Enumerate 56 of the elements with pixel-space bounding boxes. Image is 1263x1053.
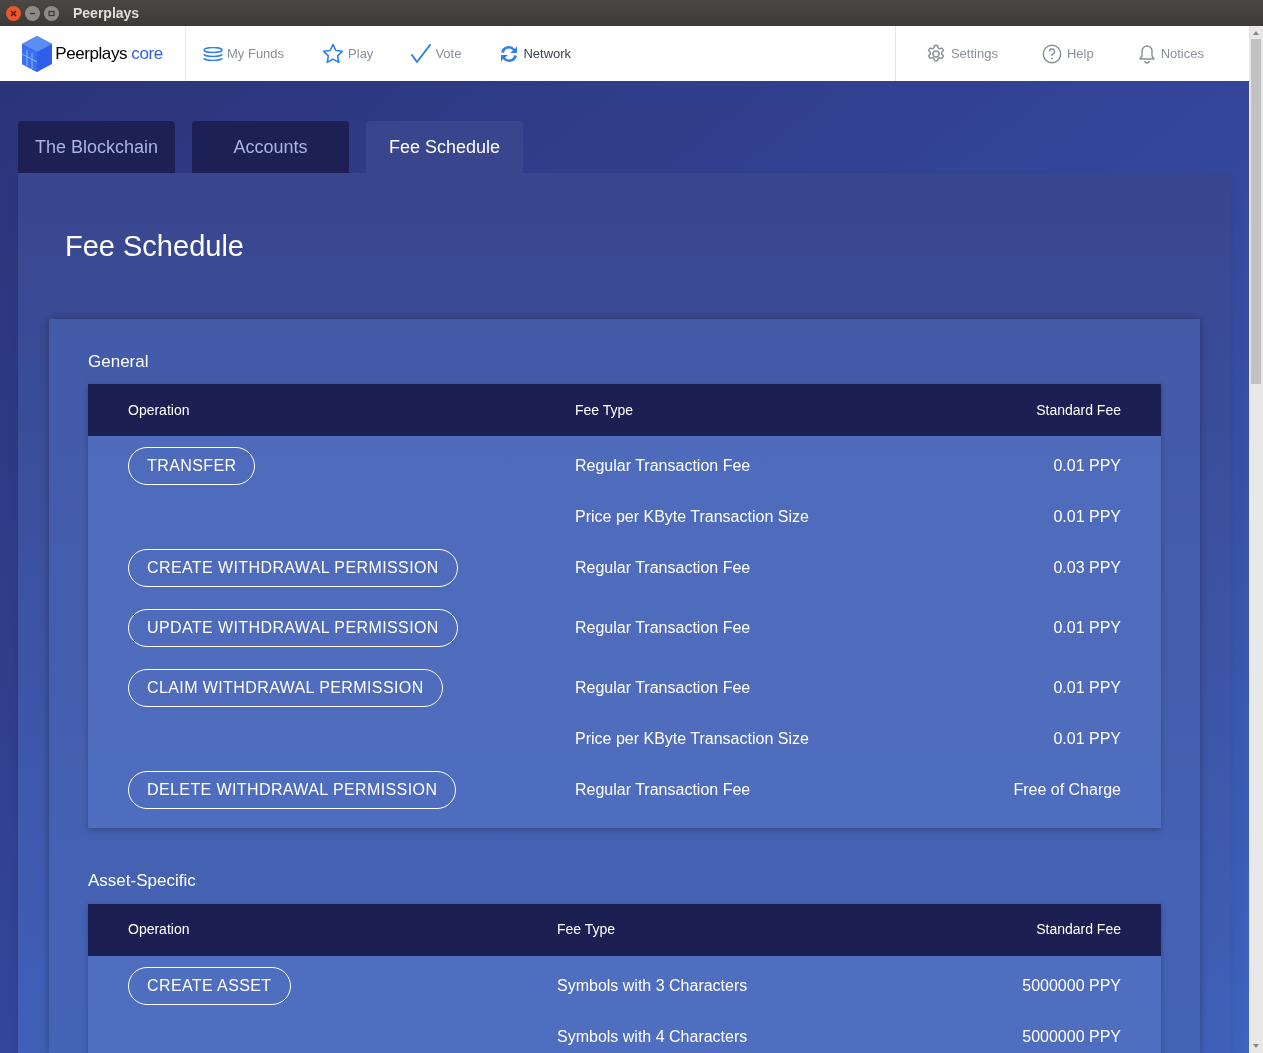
- fee-type-cell-text: Regular Transaction Fee: [575, 456, 751, 476]
- scrollbar[interactable]: [1249, 26, 1263, 1053]
- bell-icon: [1137, 43, 1156, 64]
- fee-cell-text: 5000000 PPY: [1022, 1026, 1121, 1047]
- minimize-button[interactable]: [25, 5, 40, 21]
- fee-type-cell-text: Regular Transaction Fee: [575, 678, 751, 698]
- sync-icon: [499, 44, 520, 63]
- fee-type-cell-text: Symbols with 3 Characters: [557, 975, 748, 996]
- help-icon: [1041, 43, 1062, 64]
- tab[interactable]: The Blockchain: [18, 121, 175, 173]
- fee-type-cell-text: Price per KByte Transaction Size: [575, 729, 809, 749]
- fee-type-cell-text: Regular Transaction Fee: [575, 780, 751, 800]
- section-title: Asset-Specific: [88, 870, 197, 892]
- scroll-up-icon[interactable]: [1252, 29, 1260, 37]
- column-header: Fee Type: [557, 920, 616, 939]
- fee-type-cell-text: Regular Transaction Fee: [575, 618, 751, 638]
- fee-cell-text: 0.01 PPY: [1053, 678, 1121, 698]
- maximize-icon: [48, 9, 55, 17]
- fee-type-cell-text: Symbols with 4 Characters: [557, 1026, 748, 1047]
- nav-link[interactable]: Notices: [1137, 43, 1204, 64]
- nav-link[interactable]: My Funds: [203, 43, 285, 64]
- scrollbar-thumb[interactable]: [1251, 39, 1261, 384]
- fee-cell-text: 5000000 PPY: [1022, 975, 1121, 996]
- window-title: Peerplays: [73, 3, 140, 23]
- nav-link[interactable]: Help: [1041, 43, 1094, 64]
- close-icon: [10, 9, 17, 17]
- coin-stack-icon: [203, 46, 223, 61]
- column-header: Standard Fee: [1036, 400, 1121, 420]
- nav-link[interactable]: Settings: [925, 43, 998, 64]
- close-button[interactable]: [6, 5, 21, 21]
- settings-icon: [925, 43, 946, 64]
- section-title: General: [88, 350, 150, 373]
- fee-type-cell-text: Regular Transaction Fee: [575, 558, 751, 578]
- star-icon: [322, 43, 345, 64]
- scroll-down-icon[interactable]: [1252, 1042, 1260, 1050]
- fee-cell-text: 0.03 PPY: [1053, 558, 1121, 578]
- column-header: Fee Type: [575, 400, 634, 420]
- nav-link[interactable]: Network: [499, 43, 572, 64]
- column-header: Operation: [128, 400, 190, 420]
- logo-text: Peerplays core: [55, 42, 163, 65]
- column-header: Operation: [128, 920, 190, 939]
- cube-logo-icon: [22, 35, 53, 72]
- fee-cell-text: 0.01 PPY: [1053, 456, 1121, 476]
- checkmark-icon: [411, 43, 432, 64]
- tab[interactable]: Fee Schedule: [366, 121, 523, 173]
- fee-cell-text: 0.01 PPY: [1053, 729, 1121, 749]
- fee-cell-text: 0.01 PPY: [1053, 507, 1121, 527]
- nav-link[interactable]: Vote: [411, 43, 462, 64]
- fee-cell-text: 0.01 PPY: [1053, 618, 1121, 638]
- maximize-button[interactable]: [44, 5, 59, 21]
- fee-type-cell-text: Price per KByte Transaction Size: [575, 507, 809, 527]
- tab[interactable]: Accounts: [192, 121, 349, 173]
- fee-cell-text: Free of Charge: [1013, 780, 1121, 800]
- nav-link[interactable]: Play: [322, 43, 374, 64]
- column-header: Standard Fee: [1036, 920, 1121, 939]
- page-title: Fee Schedule: [65, 229, 245, 264]
